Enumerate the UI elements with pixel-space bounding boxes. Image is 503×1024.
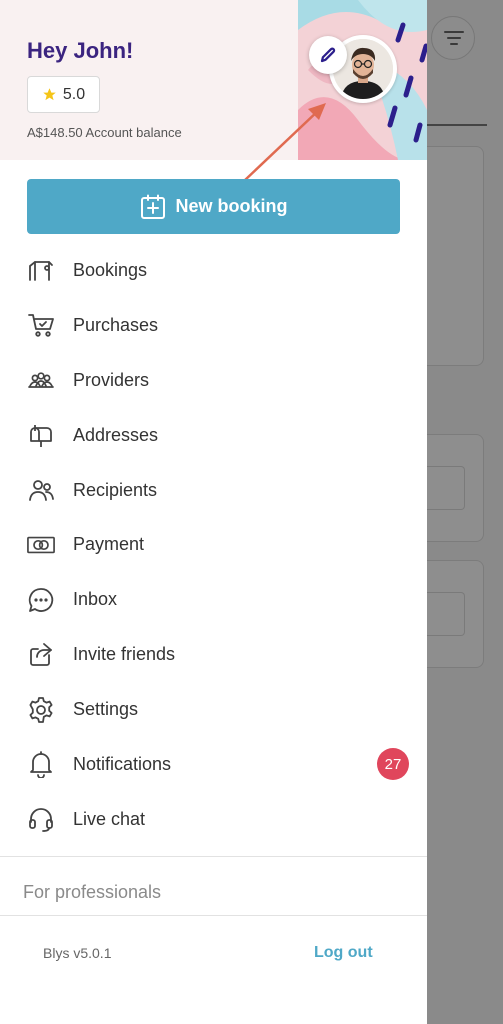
payment-icon bbox=[27, 531, 55, 559]
menu-item-label: Notifications bbox=[73, 753, 172, 774]
mailbox-icon bbox=[27, 421, 55, 449]
app-version: Blys v5.0.1 bbox=[43, 945, 112, 961]
gear-icon bbox=[27, 696, 55, 724]
new-booking-label: New booking bbox=[175, 196, 288, 216]
background-tab-indicator bbox=[427, 124, 487, 126]
menu-item-notifications[interactable]: Notifications 27 bbox=[0, 737, 427, 792]
calendar-plus-icon bbox=[140, 194, 165, 219]
greeting-title: Hey John! bbox=[27, 38, 134, 63]
bell-icon bbox=[27, 750, 55, 779]
providers-icon bbox=[27, 366, 55, 394]
menu-item-live-chat[interactable]: Live chat bbox=[0, 792, 427, 847]
background-card bbox=[427, 146, 484, 366]
background-field bbox=[427, 592, 465, 636]
headset-icon bbox=[27, 805, 55, 833]
for-professionals-link[interactable]: For professionals bbox=[23, 882, 161, 903]
menu-item-inbox[interactable]: Inbox bbox=[0, 572, 427, 627]
menu-item-label: Settings bbox=[73, 699, 139, 720]
menu-item-label: Payment bbox=[73, 534, 145, 555]
side-drawer: Hey John! 5.0 A$148.50 Account balance N… bbox=[0, 0, 427, 1024]
account-balance: A$148.50 Account balance bbox=[27, 125, 182, 140]
notifications-count-badge: 27 bbox=[377, 748, 409, 781]
menu-item-providers[interactable]: Providers bbox=[0, 353, 427, 408]
menu-item-label: Addresses bbox=[73, 424, 159, 445]
background-field bbox=[427, 466, 465, 510]
hint-arrow bbox=[243, 103, 326, 182]
bookings-icon bbox=[27, 256, 55, 284]
divider bbox=[0, 915, 427, 916]
recipients-icon bbox=[27, 476, 55, 504]
filter-icon[interactable] bbox=[431, 16, 475, 60]
share-icon bbox=[27, 641, 55, 669]
chat-bubble-icon bbox=[27, 586, 55, 614]
menu-item-label: Bookings bbox=[73, 259, 148, 280]
menu-item-purchases[interactable]: Purchases bbox=[0, 298, 427, 353]
menu-item-label: Inbox bbox=[73, 589, 118, 610]
menu-item-invite-friends[interactable]: Invite friends bbox=[0, 627, 427, 682]
menu-item-label: Live chat bbox=[73, 808, 146, 829]
new-booking-button[interactable]: New booking bbox=[27, 179, 400, 234]
star-icon bbox=[43, 88, 56, 101]
menu-item-label: Recipients bbox=[73, 479, 158, 500]
navigation-menu: Bookings Purchases Providers Addresses R… bbox=[0, 243, 427, 847]
menu-item-label: Providers bbox=[73, 369, 150, 390]
edit-profile-button[interactable] bbox=[309, 36, 347, 74]
menu-item-addresses[interactable]: Addresses bbox=[0, 408, 427, 463]
rating-badge: 5.0 bbox=[27, 76, 100, 113]
divider bbox=[0, 856, 427, 857]
menu-item-recipients[interactable]: Recipients bbox=[0, 463, 427, 518]
menu-item-label: Invite friends bbox=[73, 644, 176, 665]
menu-item-settings[interactable]: Settings bbox=[0, 682, 427, 737]
pencil-icon bbox=[320, 47, 336, 63]
cart-icon bbox=[27, 311, 55, 339]
logout-button[interactable]: Log out bbox=[314, 944, 373, 962]
menu-item-payment[interactable]: Payment bbox=[0, 517, 427, 572]
menu-item-label: Purchases bbox=[73, 314, 159, 335]
menu-item-bookings[interactable]: Bookings bbox=[0, 243, 427, 298]
rating-value: 5.0 bbox=[62, 85, 86, 103]
